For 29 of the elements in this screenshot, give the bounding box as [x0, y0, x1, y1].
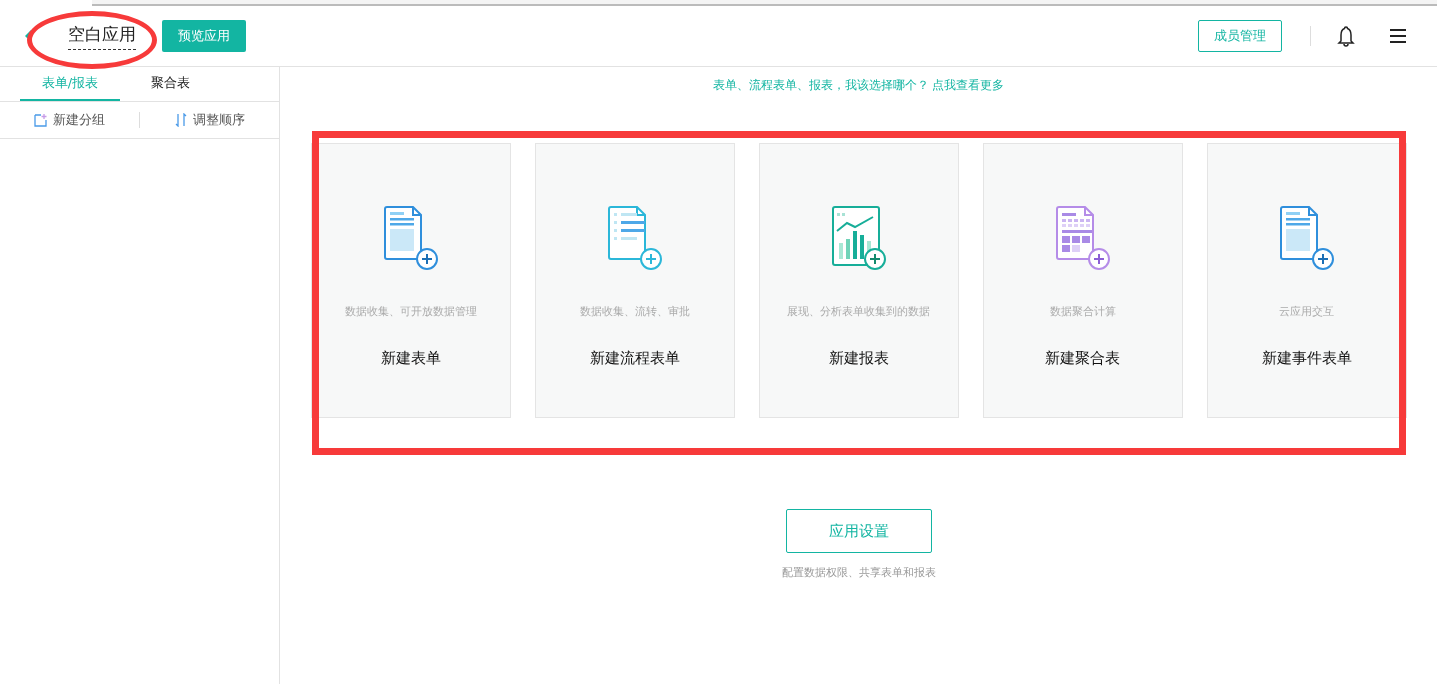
- document-plus-icon: [382, 205, 439, 271]
- add-group-icon: [34, 113, 48, 127]
- create-card[interactable]: 数据聚合计算 新建聚合表: [982, 143, 1183, 418]
- document-plus-icon: [830, 205, 887, 271]
- create-card[interactable]: 数据收集、可开放数据管理 新建表单: [310, 143, 511, 418]
- card-description: 云应用交互: [1279, 304, 1334, 319]
- reorder-button[interactable]: 调整顺序: [140, 110, 279, 130]
- card-description: 数据聚合计算: [1049, 304, 1116, 319]
- help-text: 表单、流程表单、报表，我该选择哪个？ 点我查看更多: [712, 77, 1005, 94]
- sort-icon: [174, 113, 188, 127]
- sidebar-tab[interactable]: 聚合表: [120, 67, 220, 101]
- card-title: 新建表单: [380, 349, 441, 368]
- app-title[interactable]: 空白应用: [68, 22, 136, 50]
- create-card[interactable]: 云应用交互 新建事件表单: [1206, 143, 1407, 418]
- create-card[interactable]: 展现、分析表单收集到的数据 新建报表: [758, 143, 959, 418]
- card-title: 新建事件表单: [1261, 349, 1352, 368]
- card-description: 展现、分析表单收集到的数据: [787, 304, 930, 319]
- card-title: 新建流程表单: [589, 349, 680, 368]
- create-card[interactable]: 数据收集、流转、审批 新建流程表单: [534, 143, 735, 418]
- settings-caption: 配置数据权限、共享表单和报表: [781, 565, 936, 580]
- bell-icon[interactable]: [1335, 25, 1357, 47]
- new-group-button[interactable]: 新建分组: [0, 110, 139, 130]
- card-title: 新建报表: [828, 349, 889, 368]
- card-description: 数据收集、流转、审批: [579, 304, 690, 319]
- document-plus-icon: [1054, 205, 1111, 271]
- card-title: 新建聚合表: [1045, 349, 1120, 368]
- card-description: 数据收集、可开放数据管理: [344, 304, 477, 319]
- document-plus-icon: [1278, 205, 1335, 271]
- document-plus-icon: [606, 205, 663, 271]
